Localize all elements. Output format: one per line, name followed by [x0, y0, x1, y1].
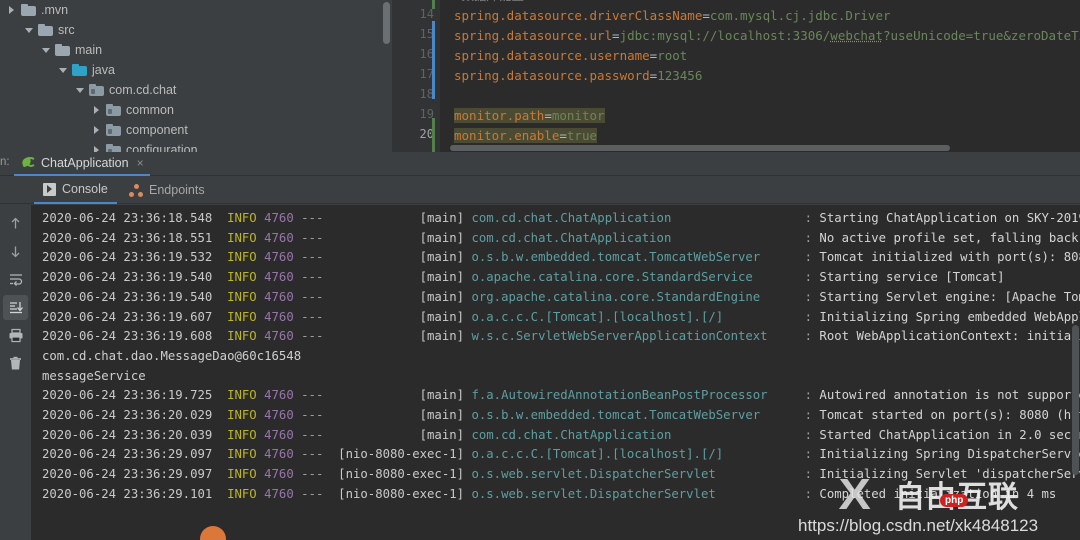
- tab-endpoints-label: Endpoints: [149, 183, 205, 197]
- tab-console[interactable]: Console: [34, 176, 117, 204]
- scroll-down-icon[interactable]: [3, 239, 28, 264]
- tree-item-src[interactable]: src: [0, 20, 392, 40]
- project-tree-panel[interactable]: .mvn src main java com.cd.chat common componen…: [0, 0, 392, 152]
- spring-boot-icon: [20, 156, 36, 170]
- soft-wrap-icon[interactable]: [3, 267, 28, 292]
- run-tool-window: n: ChatApplication × Console Endpoints 2…: [0, 152, 1080, 540]
- endpoints-icon: [129, 183, 143, 197]
- tree-item-label: main: [75, 43, 103, 57]
- tree-item-com-cd-chat[interactable]: com.cd.chat: [0, 80, 392, 100]
- chevron-right-icon[interactable]: [93, 125, 102, 135]
- tree-item-label: java: [92, 63, 115, 77]
- console-log-line: 2020-06-24 23:36:20.029 INFO 4760 --- [m…: [42, 408, 1080, 422]
- run-config-tab-chatapplication[interactable]: ChatApplication ×: [14, 152, 150, 176]
- console-log-line: 2020-06-24 23:36:29.097 INFO 4760 --- [n…: [42, 447, 1080, 462]
- run-configuration-tabbar: n: ChatApplication ×: [0, 152, 1080, 176]
- tree-item-label: configuration: [126, 143, 198, 152]
- folder-icon: [21, 4, 36, 16]
- package-icon: [106, 144, 121, 152]
- console-toolbar: [0, 205, 31, 540]
- tab-console-label: Console: [62, 182, 108, 196]
- tree-item-label: common: [126, 103, 174, 117]
- editor-pane[interactable]: 14151617181920 =数据库配置spring.datasource.d…: [392, 0, 1080, 152]
- print-icon[interactable]: [3, 323, 28, 348]
- console-plain-line: com.cd.chat.dao.MessageDao@60c16548: [42, 348, 302, 363]
- tab-endpoints[interactable]: Endpoints: [120, 176, 214, 204]
- tree-item-label: .mvn: [41, 3, 69, 17]
- editor-horizontal-scrollbar[interactable]: [450, 145, 950, 151]
- console-log-line: 2020-06-24 23:36:18.551 INFO 4760 --- [m…: [42, 230, 1079, 245]
- console-output[interactable]: 2020-06-24 23:36:18.548 INFO 4760 --- [m…: [31, 205, 1080, 540]
- console-log-line: 2020-06-24 23:36:29.097 INFO 4760 --- [n…: [42, 467, 1080, 482]
- scroll-up-icon[interactable]: [3, 211, 28, 236]
- console-log-line: 2020-06-24 23:36:29.101 INFO 4760 --- [n…: [42, 486, 1057, 501]
- tree-item-main[interactable]: main: [0, 40, 392, 60]
- package-icon: [106, 104, 121, 116]
- code-line: spring.datasource.url=jdbc:mysql://local…: [454, 28, 1080, 43]
- tree-item-component[interactable]: component: [0, 120, 392, 140]
- chevron-down-icon[interactable]: [42, 46, 51, 55]
- trash-icon[interactable]: [3, 351, 28, 376]
- source-folder-icon: [72, 64, 87, 76]
- intellij-window: .mvn src main java com.cd.chat common componen…: [0, 0, 1080, 540]
- change-marker-green: [432, 118, 435, 152]
- chevron-right-icon[interactable]: [93, 105, 102, 115]
- chevron-right-icon[interactable]: [8, 5, 17, 15]
- close-icon[interactable]: ×: [137, 157, 144, 169]
- package-icon: [89, 84, 104, 96]
- package-icon: [106, 124, 121, 136]
- code-line: spring.datasource.username=root: [454, 48, 688, 63]
- tree-item-java[interactable]: java: [0, 60, 392, 80]
- console-log-line: 2020-06-24 23:36:19.532 INFO 4760 --- [m…: [42, 250, 1080, 265]
- code-line: spring.datasource.driverClassName=com.my…: [454, 8, 891, 23]
- scroll-to-end-icon[interactable]: [3, 295, 28, 320]
- project-tree-scrollbar[interactable]: [383, 2, 390, 44]
- console-log-line: 2020-06-24 23:36:20.039 INFO 4760 --- [m…: [42, 427, 1080, 442]
- chevron-down-icon[interactable]: [59, 66, 68, 75]
- run-subtabbar: Console Endpoints: [0, 176, 1080, 204]
- console-log-line: 2020-06-24 23:36:19.540 INFO 4760 --- [m…: [42, 270, 1005, 285]
- console-log-line: 2020-06-24 23:36:18.548 INFO 4760 --- [m…: [42, 211, 1080, 225]
- code-line: monitor.enable=true: [454, 128, 597, 143]
- editor-code-area[interactable]: =数据库配置spring.datasource.driverClassName=…: [440, 0, 1080, 152]
- code-line: monitor.path=monitor: [454, 108, 605, 123]
- top-region: .mvn src main java com.cd.chat common componen…: [0, 0, 1080, 152]
- folder-icon: [38, 24, 53, 36]
- chevron-down-icon[interactable]: [25, 26, 34, 35]
- tree-item-common[interactable]: common: [0, 100, 392, 120]
- chevron-down-icon[interactable]: [76, 86, 85, 95]
- console-log-line: 2020-06-24 23:36:19.608 INFO 4760 --- [m…: [42, 329, 1080, 344]
- project-tree-rows: .mvn src main java com.cd.chat common componen…: [0, 0, 392, 152]
- vcs-change-markers: [432, 0, 435, 152]
- console-body: 2020-06-24 23:36:18.548 INFO 4760 --- [m…: [0, 205, 1080, 540]
- change-marker-green: [432, 0, 435, 9]
- console-log-line: 2020-06-24 23:36:19.607 INFO 4760 --- [m…: [42, 309, 1080, 324]
- console-plain-line: messageService: [42, 368, 146, 383]
- tree-item--mvn[interactable]: .mvn: [0, 0, 392, 20]
- run-window-label: n:: [0, 156, 10, 168]
- console-icon: [43, 182, 56, 196]
- console-scrollbar[interactable]: [1072, 325, 1079, 475]
- console-log-line: 2020-06-24 23:36:19.540 INFO 4760 --- [m…: [42, 289, 1080, 304]
- code-line: spring.datasource.password=123456: [454, 68, 703, 83]
- run-config-tab-label: ChatApplication: [41, 156, 129, 170]
- console-log-line: 2020-06-24 23:36:19.725 INFO 4760 --- [m…: [42, 388, 1080, 403]
- tree-item-label: com.cd.chat: [109, 83, 177, 97]
- folder-icon: [55, 44, 70, 56]
- tree-item-configuration[interactable]: configuration: [0, 140, 392, 152]
- change-marker-blue: [432, 21, 435, 99]
- tree-item-label: component: [126, 123, 188, 137]
- tree-item-label: src: [58, 23, 75, 37]
